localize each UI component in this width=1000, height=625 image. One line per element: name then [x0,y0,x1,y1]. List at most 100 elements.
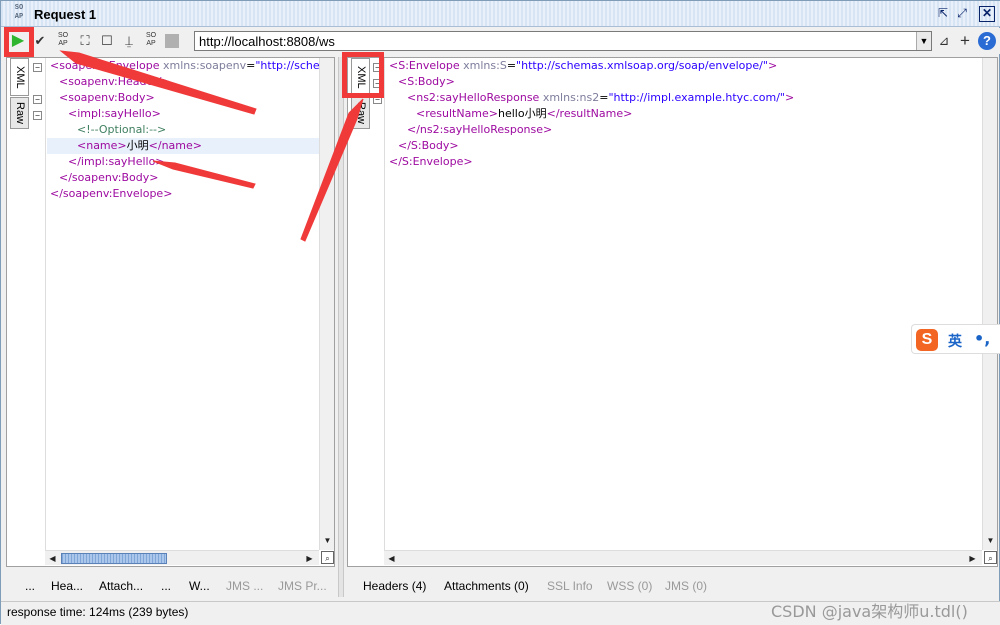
xml-token: <soapenv:Header/> [59,75,171,88]
tab-response-ssl-info[interactable]: SSL Info [547,579,593,593]
xml-token: 小明 [126,139,149,152]
xml-line: <ns2:sayHelloResponse xmlns:ns2="http://… [387,90,981,106]
xml-token: <!--Optional:--> [77,123,167,136]
response-editor-pane: XML Raw − − − <S:Envelope xmlns:S="http:… [347,57,998,567]
response-vertical-scrollbar[interactable]: ▼ [982,58,997,550]
xml-token: "http://schemas.xmlsoap.org/soap/envelop… [516,59,768,72]
tab-request-jms[interactable]: JMS ... [226,579,263,593]
xml-token: = [246,59,256,72]
xml-line: <soapenv:Envelope xmlns:soapenv="http://… [48,58,319,74]
fold-toggle-icon[interactable]: − [33,95,42,104]
xml-line: </soapenv:Body> [48,170,319,186]
xml-line: <soapenv:Body> [48,90,319,106]
select-icon[interactable]: ⛶ [76,32,94,50]
tab-request-attachments[interactable]: Attach... [99,579,143,593]
stamp-icon[interactable]: ⍊ [120,32,138,50]
xml-token: <impl:sayHello> [68,107,161,120]
xml-token: xmlns:S [463,59,507,72]
stop-icon[interactable] [165,34,179,48]
response-horizontal-scrollbar[interactable]: ◀ ▶ [384,550,982,565]
xml-token: </S:Body> [398,139,459,152]
endpoint-url-field[interactable]: http://localhost:8808/ws ▼ [194,31,932,51]
sogou-logo-icon: S [916,329,938,351]
request-scroll-thumb[interactable] [61,553,167,564]
endpoint-url-text: http://localhost:8808/ws [199,34,335,49]
tab-response-jms[interactable]: JMS (0) [665,579,707,593]
ime-mode-label[interactable]: 英 [948,331,962,351]
tab-request-auth[interactable]: ... [25,579,35,593]
xml-token: <resultName> [416,107,499,120]
xml-token: </S:Envelope> [389,155,473,168]
title-bar: SO AP Request 1 ⇱ ⤢ ✕ [1,1,1000,27]
response-time-text: response time: 124ms (239 bytes) [7,605,189,619]
response-bottom-tabs: Headers (4) Attachments (0) SSL Info WSS… [347,577,998,595]
xml-token: xmlns:soapenv [163,59,247,72]
request-horizontal-scrollbar[interactable]: ◀ ▶ [45,550,319,565]
tab-response-attachments[interactable]: Attachments (0) [444,579,529,593]
help-icon[interactable]: ? [978,32,996,50]
xml-line: <name>小明</name> [48,138,319,154]
xml-token: </ns2:sayHelloResponse> [407,123,553,136]
tab-response-raw[interactable]: Raw [351,97,370,129]
status-bar: response time: 124ms (239 bytes) CSDN @j… [1,601,1000,625]
soap-icon[interactable]: SO AP [142,32,160,50]
xml-line: <S:Envelope xmlns:S="http://schemas.xmls… [387,58,981,74]
maximize-icon[interactable]: ⤢ [954,6,970,22]
xml-line: <resultName>hello小明</resultName> [387,106,981,122]
fold-toggle-icon[interactable]: − [33,63,42,72]
scroll-right-icon[interactable]: ▶ [303,552,316,565]
tab-request-headers[interactable]: Hea... [51,579,83,593]
pane-splitter[interactable] [338,57,344,597]
scroll-left-icon[interactable]: ◀ [46,552,59,565]
zoom-icon[interactable]: ⌕ [984,551,997,564]
gutter-divider [45,58,46,550]
xml-line: <soapenv:Header/> [48,74,319,90]
xml-token: <ns2:sayHelloResponse [407,91,543,104]
tab-request-xml[interactable]: XML [10,58,29,96]
scroll-down-icon[interactable]: ▼ [984,534,997,547]
scroll-down-icon[interactable]: ▼ [321,534,334,547]
xml-line: </S:Envelope> [387,154,981,170]
xml-line: </impl:sayHello> [48,154,319,170]
xml-token: </name> [148,139,202,152]
xml-token: hello小明 [498,107,547,120]
gutter-divider [384,58,385,550]
response-xml-viewer[interactable]: <S:Envelope xmlns:S="http://schemas.xmls… [387,58,981,548]
scroll-left-icon[interactable]: ◀ [385,552,398,565]
xml-token: > [784,91,795,104]
request-vertical-scrollbar[interactable]: ▼ [319,58,334,550]
ime-toolbar[interactable]: S 英 •, [911,324,1000,354]
xml-token: "http://schemas.xml [255,59,319,72]
tab-request-raw[interactable]: Raw [10,97,29,129]
endpoint-settings-icon[interactable]: ⊿ [935,32,953,50]
xml-token: <soapenv:Body> [59,91,155,104]
xml-token: > [767,59,778,72]
add-endpoint-icon[interactable]: + [956,32,974,50]
new-window-icon[interactable]: ☐ [98,32,116,50]
zoom-icon[interactable]: ⌕ [321,551,334,564]
xml-line: <S:Body> [387,74,981,90]
scroll-right-icon[interactable]: ▶ [966,552,979,565]
detach-icon[interactable]: ⇱ [935,6,951,22]
xml-token: <soapenv:Envelope [50,59,163,72]
tab-request-ws-a[interactable]: ... [161,579,171,593]
highlight-submit-box [4,27,34,57]
xml-token: </impl:sayHello> [68,155,165,168]
xml-token: = [506,59,517,72]
window-title: Request 1 [34,7,97,22]
xml-token: </soapenv:Envelope> [50,187,173,200]
xml-token: <S:Body> [398,75,455,88]
request-xml-editor[interactable]: <soapenv:Envelope xmlns:soapenv="http://… [48,58,319,548]
chevron-down-icon[interactable]: ▼ [916,32,931,50]
ime-punct-label[interactable]: •, [974,329,990,348]
tab-request-jms-props[interactable]: JMS Pr... [278,579,327,593]
soap-format-icon[interactable]: SO AP [54,32,72,50]
tab-response-headers[interactable]: Headers (4) [363,579,426,593]
xml-line: </ns2:sayHelloResponse> [387,122,981,138]
tab-response-wss[interactable]: WSS (0) [607,579,652,593]
close-icon[interactable]: ✕ [979,6,995,22]
fold-toggle-icon[interactable]: − [33,111,42,120]
xml-token: </resultName> [546,107,633,120]
tab-request-wss[interactable]: W... [189,579,210,593]
xml-token: xmlns:ns2 [542,91,600,104]
